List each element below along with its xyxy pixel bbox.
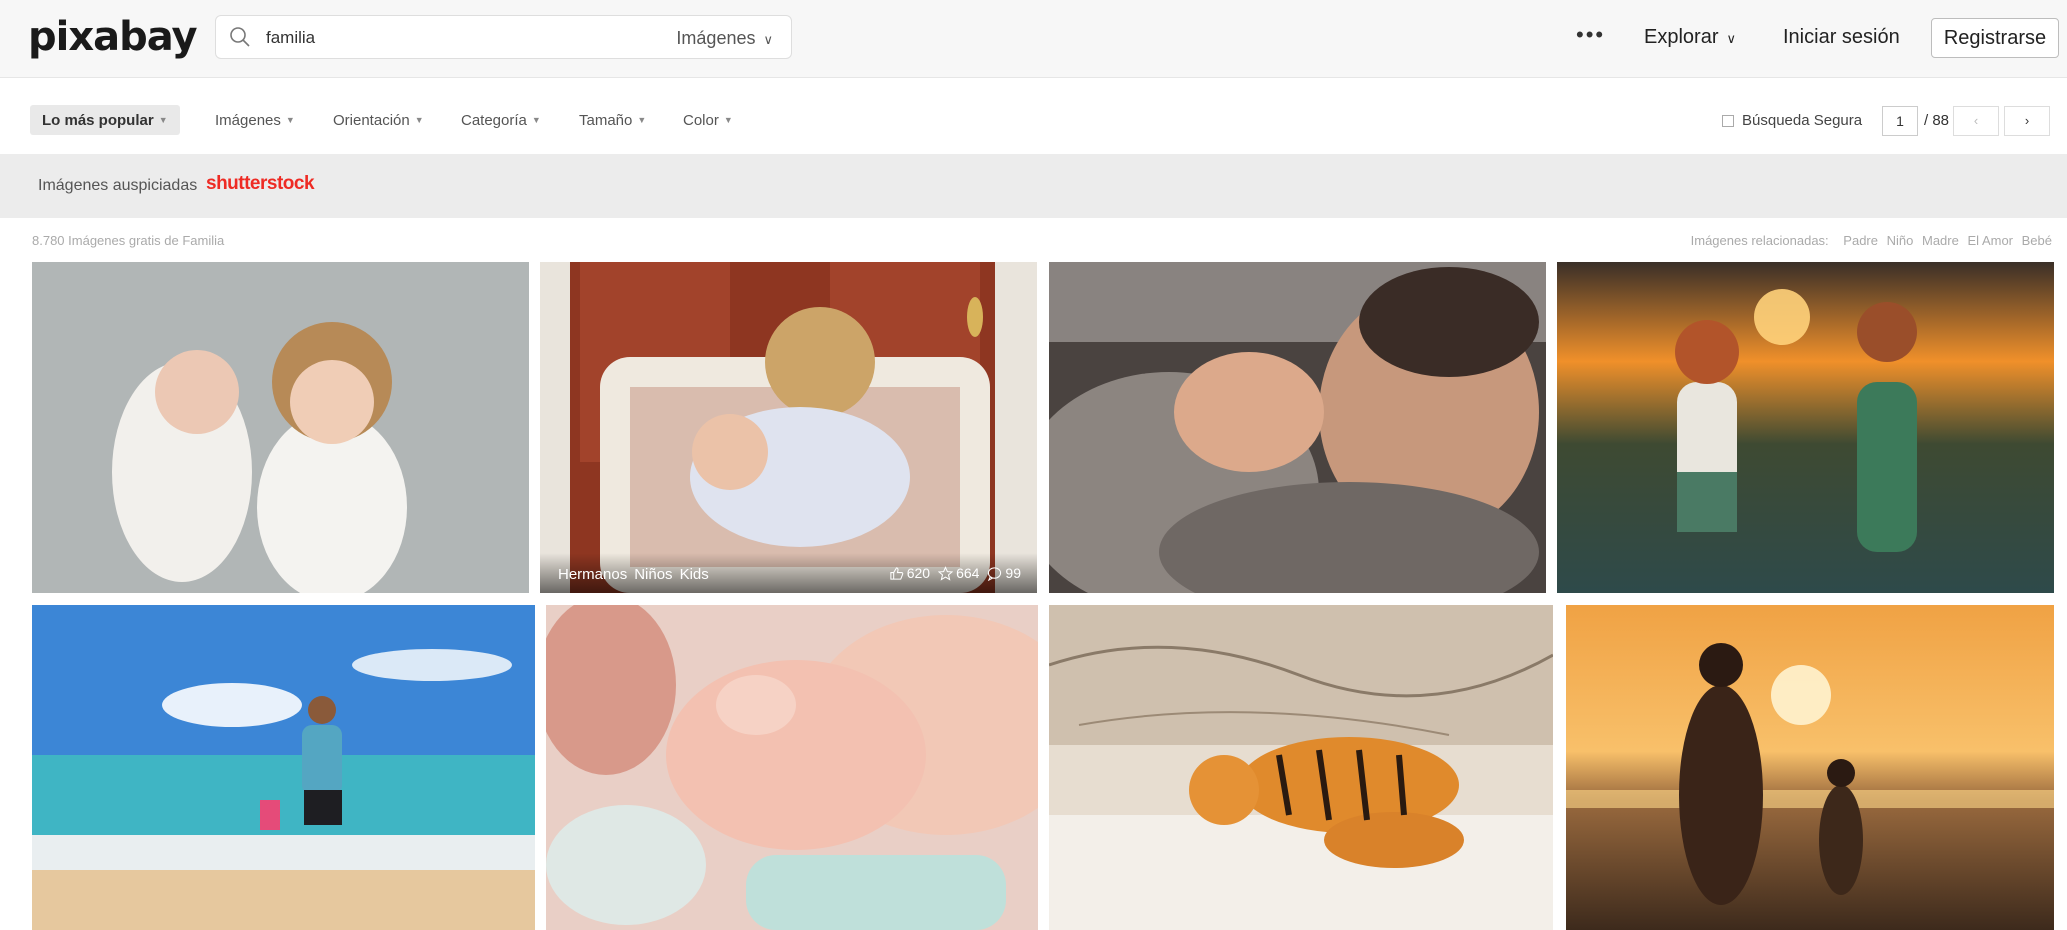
related-link-el-amor[interactable]: El Amor xyxy=(1967,233,2013,248)
photo-beach-family xyxy=(32,605,535,930)
pixabay-logo[interactable]: pixabay xyxy=(28,14,198,60)
register-button[interactable]: Registrarse xyxy=(1931,18,2059,58)
caret-down-icon: ▼ xyxy=(158,115,168,125)
page-number-input[interactable]: 1 xyxy=(1882,106,1918,136)
chevron-left-icon: ‹ xyxy=(1973,113,1979,128)
photo-tile[interactable] xyxy=(1566,605,2054,930)
filter-orientation[interactable]: Orientación ▼ xyxy=(333,112,424,129)
photo-tile[interactable] xyxy=(1049,605,1553,930)
comment-stat[interactable]: 99 xyxy=(987,565,1021,581)
photo-tile[interactable] xyxy=(1049,262,1546,593)
photo-stats: 620 664 99 xyxy=(889,565,1021,581)
caret-down-icon: ▼ xyxy=(285,115,295,125)
explore-label: Explorar xyxy=(1644,26,1719,48)
sponsored-label: Imágenes auspiciadas xyxy=(38,177,198,194)
star-icon xyxy=(938,565,954,581)
chevron-down-icon: ∨ xyxy=(1726,31,1736,46)
filter-bar: Lo más popular ▼ Imágenes ▼ Orientación ▼ C… xyxy=(0,100,2067,144)
explore-menu[interactable]: Explorar ∨ xyxy=(1644,26,1736,49)
photo-tile[interactable] xyxy=(1557,262,2054,593)
result-count: 8.780 Imágenes gratis de Familia xyxy=(32,233,225,248)
safe-search-label: Búsqueda Segura xyxy=(1742,112,1863,129)
related-searches: Imágenes relacionadas: Padre Niño Madre … xyxy=(1691,233,2052,248)
shutterstock-logo[interactable]: shutterstock xyxy=(206,173,315,195)
search-type-dropdown[interactable]: Imágenes ∨ xyxy=(676,28,773,49)
caret-down-icon: ▼ xyxy=(414,115,424,125)
photo-tigers-in-snow xyxy=(1049,605,1553,930)
search-icon xyxy=(230,27,250,47)
sort-popular-label: Lo más popular xyxy=(42,112,154,129)
like-stat[interactable]: 620 xyxy=(889,565,930,581)
sponsored-banner: Imágenes auspiciadas shutterstock xyxy=(0,154,2067,218)
next-page-button[interactable]: › xyxy=(2004,106,2050,136)
photo-siblings-on-bench xyxy=(540,262,1037,593)
favorite-count: 664 xyxy=(956,565,980,581)
photo-tile[interactable] xyxy=(32,262,529,593)
sort-popular-dropdown[interactable]: Lo más popular ▼ xyxy=(30,105,180,135)
comment-count: 99 xyxy=(1005,565,1021,581)
tag-link[interactable]: Kids xyxy=(680,566,709,583)
filter-category-label: Categoría xyxy=(461,112,527,129)
thumbs-up-icon xyxy=(890,566,903,580)
chevron-right-icon: › xyxy=(2024,113,2030,128)
filter-images[interactable]: Imágenes ▼ xyxy=(215,112,295,129)
login-link[interactable]: Iniciar sesión xyxy=(1783,26,1900,49)
filter-size-label: Tamaño xyxy=(579,112,633,129)
page-total: / 88 xyxy=(1924,112,1950,129)
photo-children-on-blanket xyxy=(32,262,529,593)
comment-icon xyxy=(988,566,1002,581)
caret-down-icon: ▼ xyxy=(637,115,647,125)
filter-category[interactable]: Categoría ▼ xyxy=(461,112,541,129)
related-label: Imágenes relacionadas: xyxy=(1690,233,1829,248)
favorite-stat[interactable]: 664 xyxy=(938,565,979,581)
filter-images-label: Imágenes xyxy=(215,112,281,129)
photo-tile[interactable] xyxy=(546,605,1038,930)
photo-mother-child-sunset xyxy=(1566,605,2054,930)
photo-tile[interactable]: Hermanos Niños Kids 620 664 99 xyxy=(540,262,1037,593)
tag-link[interactable]: Hermanos xyxy=(558,566,627,583)
search-box[interactable]: Imágenes ∨ xyxy=(215,15,792,59)
tag-link[interactable]: Niños xyxy=(634,566,672,583)
photo-tags: Hermanos Niños Kids xyxy=(558,566,716,583)
chevron-down-icon: ∨ xyxy=(763,32,773,47)
related-link-nino[interactable]: Niño xyxy=(1887,233,1914,248)
filter-color-label: Color xyxy=(683,112,719,129)
more-menu-button[interactable]: ••• xyxy=(1576,22,1605,48)
caret-down-icon: ▼ xyxy=(723,115,733,125)
safe-search-checkbox[interactable] xyxy=(1722,115,1734,127)
related-link-madre[interactable]: Madre xyxy=(1922,233,1959,248)
photo-hover-overlay: Hermanos Niños Kids 620 664 99 xyxy=(540,553,1037,593)
like-count: 620 xyxy=(906,565,931,581)
photo-tile[interactable] xyxy=(32,605,535,930)
filter-orientation-label: Orientación xyxy=(333,112,410,129)
previous-page-button[interactable]: ‹ xyxy=(1953,106,1999,136)
photo-father-and-newborn xyxy=(1049,262,1546,593)
search-type-label: Imágenes xyxy=(676,28,756,48)
search-input[interactable] xyxy=(264,24,628,52)
photo-children-at-sunset xyxy=(1557,262,2054,593)
related-link-padre[interactable]: Padre xyxy=(1843,233,1878,248)
top-header: pixabay Imágenes ∨ ••• Explorar ∨ Iniciar … xyxy=(0,0,2067,78)
related-link-bebe[interactable]: Bebé xyxy=(2022,233,2052,248)
caret-down-icon: ▼ xyxy=(531,115,541,125)
filter-color[interactable]: Color ▼ xyxy=(683,112,733,129)
photo-baby-hand xyxy=(546,605,1038,930)
filter-size[interactable]: Tamaño ▼ xyxy=(579,112,646,129)
